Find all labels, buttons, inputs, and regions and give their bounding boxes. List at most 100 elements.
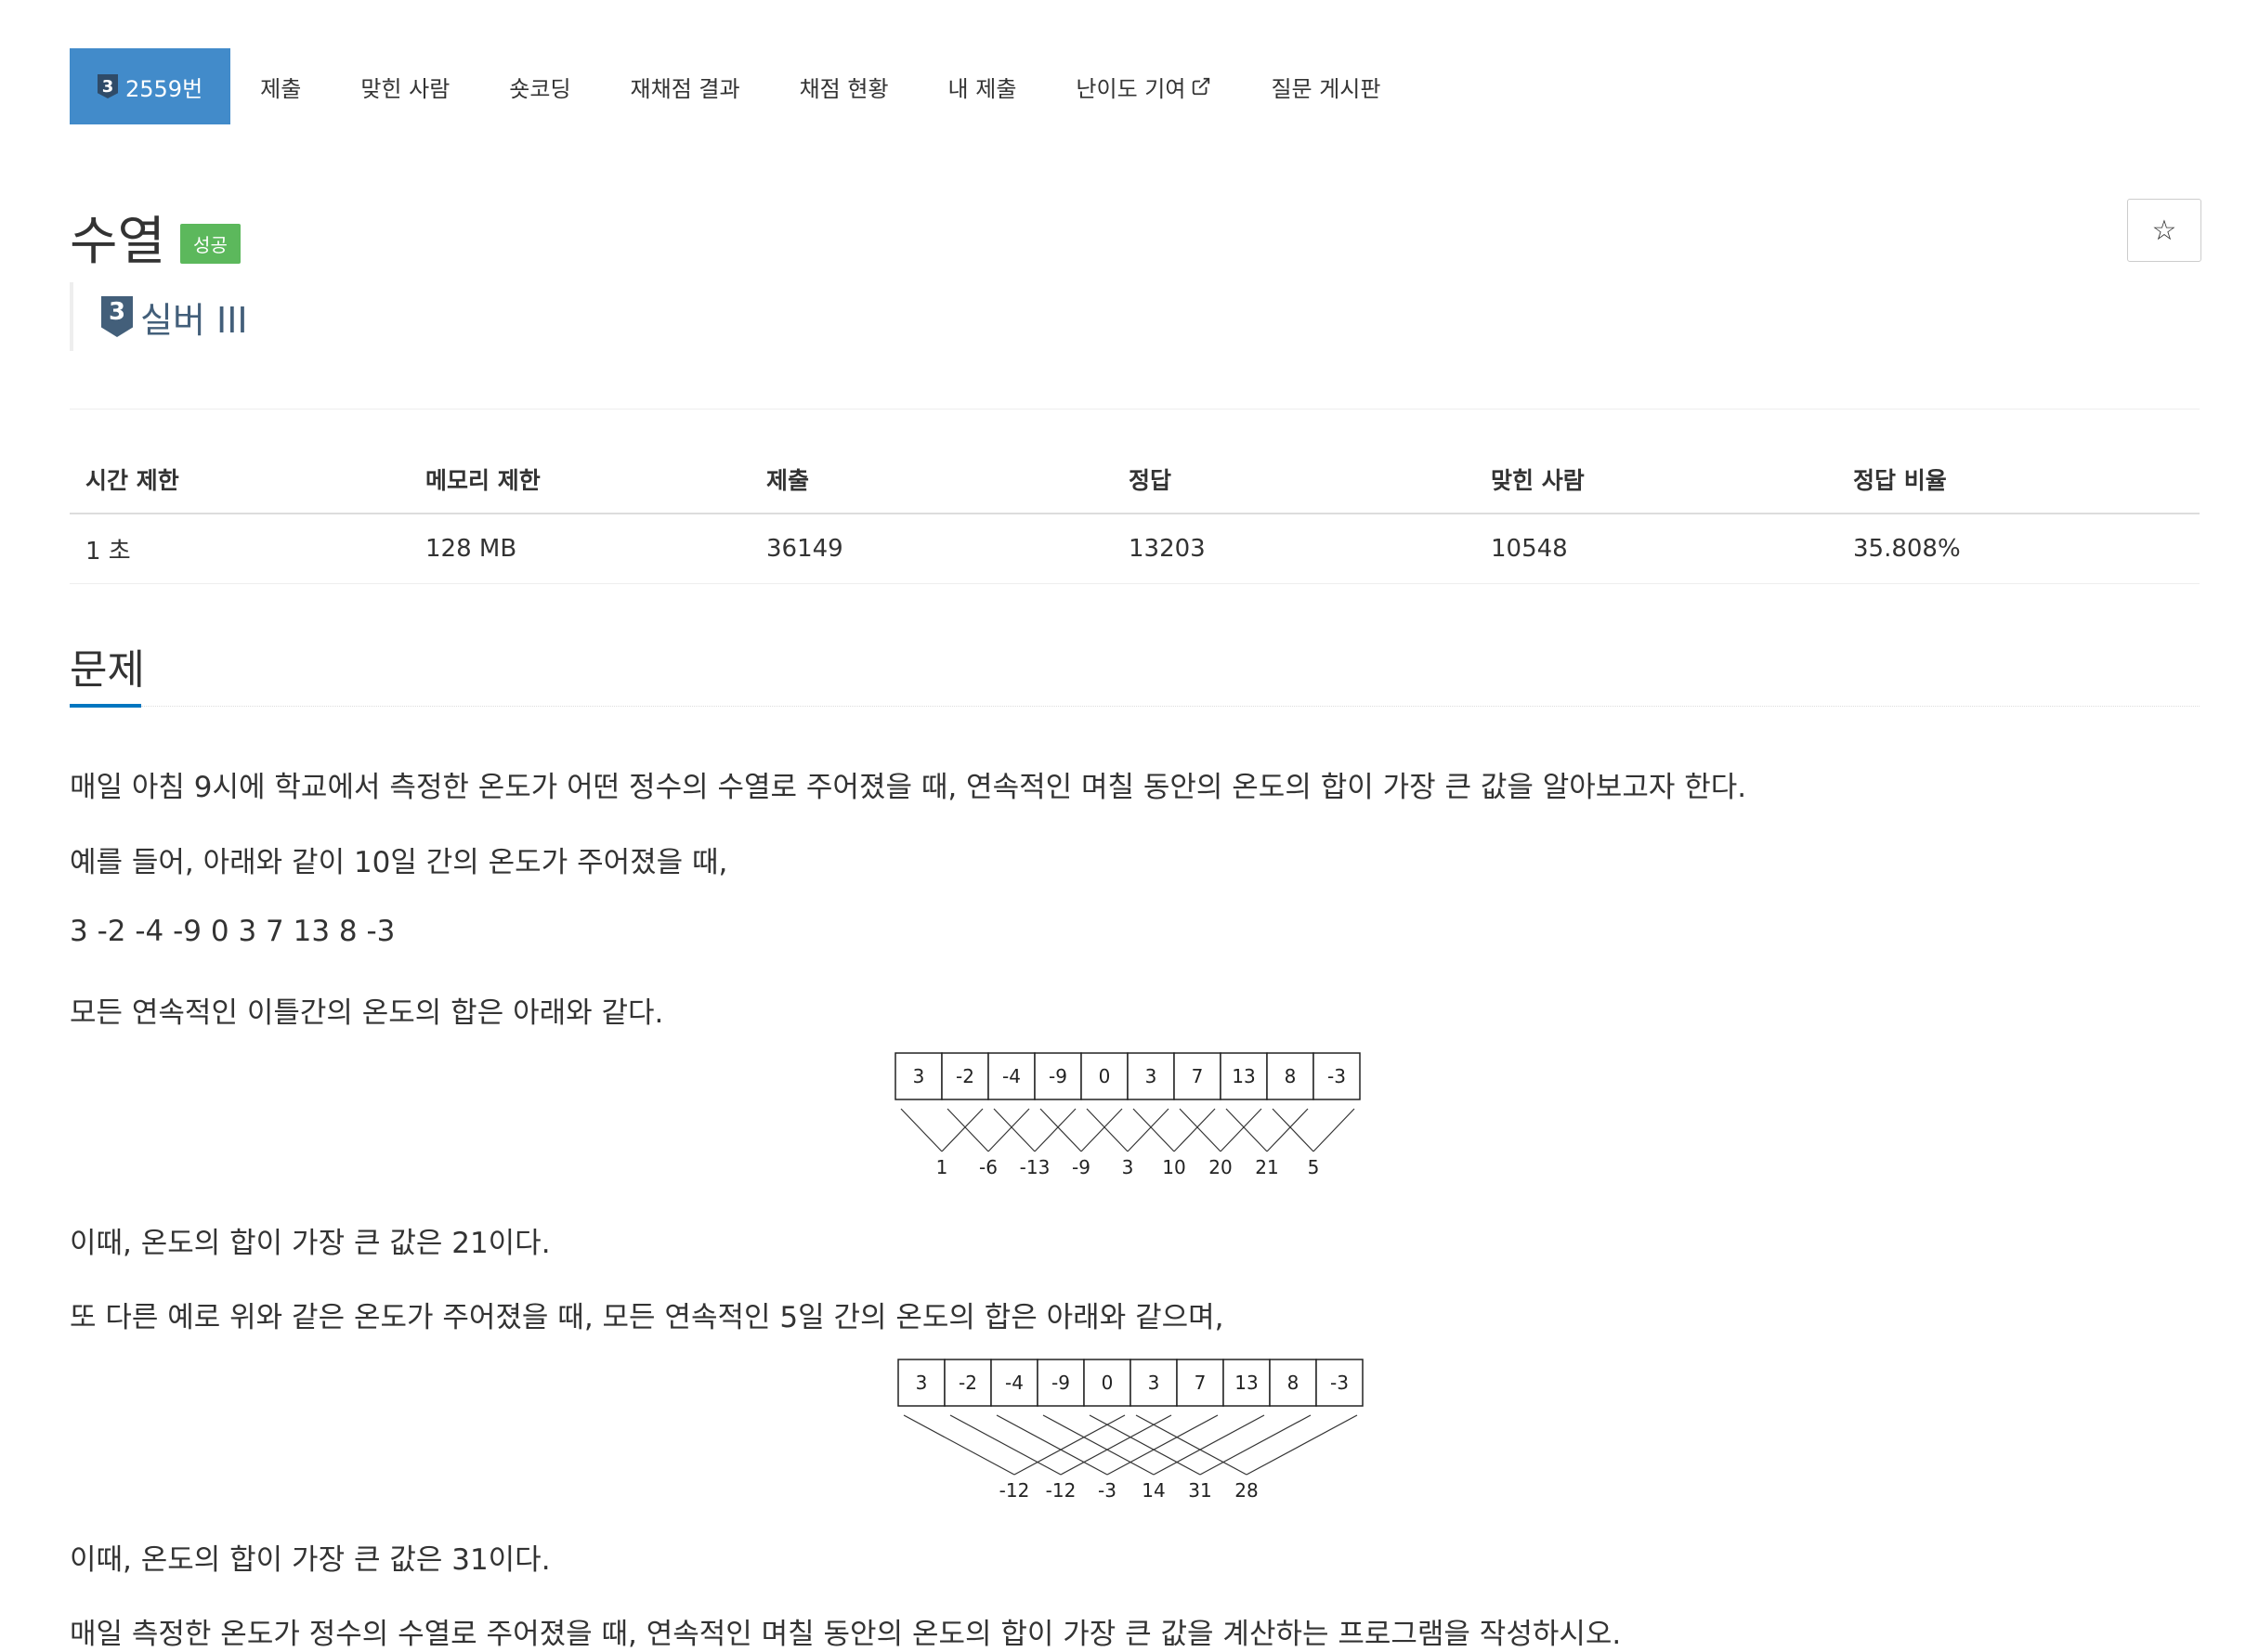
sum-connector-line xyxy=(941,1108,984,1152)
header-accept-ratio: 정답 비율 xyxy=(1853,467,1947,494)
five-day-sum-svg: 3 -2 -4 -9 0 3 7 13 8 -3 -12 -12 -3 14 31 28 xyxy=(897,1359,1364,1502)
tab-solved-users[interactable]: 맞힌 사람 xyxy=(331,48,479,124)
window-sum-label: -3 xyxy=(1098,1479,1116,1502)
star-icon: ☆ xyxy=(2151,214,2177,247)
table-header-row: 시간 제한 메모리 제한 제출 정답 맞힌 사람 정답 비율 xyxy=(70,446,2200,514)
sequence-cell-value: -2 xyxy=(956,1065,974,1087)
cell-accepted: 13203 xyxy=(1129,535,1206,563)
sequence-cell-value: 3 xyxy=(1145,1065,1157,1087)
sum-connector-line xyxy=(1225,1108,1268,1152)
sum-connector-line xyxy=(1039,1108,1082,1152)
sequence-cell-value: 3 xyxy=(1148,1372,1160,1394)
sum-connector-line xyxy=(1272,1108,1314,1152)
tab-submit[interactable]: 제출 xyxy=(230,48,331,124)
sum-connector-line xyxy=(1132,1108,1175,1152)
cell-submissions: 36149 xyxy=(766,535,843,563)
problem-header: 수열 성공 xyxy=(70,200,241,275)
problem-example-sequence: 3 -2 -4 -9 0 3 7 13 8 -3 xyxy=(70,915,396,948)
section-underline xyxy=(70,704,141,708)
sum-connector-line xyxy=(1013,1414,1126,1476)
sum-connector-line xyxy=(993,1108,1036,1152)
tier-label[interactable]: 실버 III xyxy=(140,292,248,343)
problem-paragraph-4: 이때, 온도의 합이 가장 큰 값은 21이다. xyxy=(70,1227,551,1260)
problem-paragraph-2: 예를 들어, 아래와 같이 10일 간의 온도가 주어졌을 때, xyxy=(70,846,728,879)
favorite-star-button[interactable]: ☆ xyxy=(2127,199,2201,262)
tab-problem[interactable]: 3 2559번 xyxy=(70,48,231,124)
header-accepted: 정답 xyxy=(1129,467,1172,494)
sum-connector-line xyxy=(1034,1108,1077,1152)
sum-connector-line xyxy=(900,1108,943,1152)
sum-connector-line xyxy=(903,1414,1015,1476)
tab-difficulty-label: 난이도 기여 xyxy=(1076,75,1186,102)
window-sum-label: 20 xyxy=(1208,1156,1232,1178)
tab-difficulty-contribution[interactable]: 난이도 기여 xyxy=(1046,48,1241,124)
cell-solved-users: 10548 xyxy=(1491,535,1568,563)
table-row: 1 초 128 MB 36149 13203 10548 35.808% xyxy=(70,514,2200,584)
problem-paragraph-6: 이때, 온도의 합이 가장 큰 값은 31이다. xyxy=(70,1543,551,1577)
tab-qna-board[interactable]: 질문 게시판 xyxy=(1241,48,1410,124)
sum-connector-line xyxy=(1042,1414,1155,1476)
sequence-cell-value: -9 xyxy=(1051,1372,1070,1394)
sum-connector-line xyxy=(947,1108,989,1152)
sum-connector-line xyxy=(996,1414,1108,1476)
sum-connector-line xyxy=(1080,1108,1123,1152)
five-day-sum-diagram: 3 -2 -4 -9 0 3 7 13 8 -3 -12 -12 -3 14 31 28 xyxy=(894,1358,1396,1519)
sum-connector-line xyxy=(1086,1108,1129,1152)
divider xyxy=(70,409,2200,410)
sum-connector-line xyxy=(1135,1414,1247,1476)
page-title: 수열 xyxy=(70,212,166,272)
window-sum-label: 14 xyxy=(1142,1479,1165,1502)
problem-nav: 3 2559번 제출 맞힌 사람 숏코딩 재채점 결과 채점 현황 내 제출 난… xyxy=(70,48,1410,124)
header-submissions: 제출 xyxy=(766,467,810,494)
sequence-cell-value: -4 xyxy=(1005,1372,1024,1394)
sum-connector-line xyxy=(1266,1108,1309,1152)
sequence-cell-value: 3 xyxy=(913,1065,925,1087)
section-title-problem: 문제 xyxy=(70,646,145,694)
sum-connector-line xyxy=(949,1414,1062,1476)
section-divider xyxy=(141,706,2200,707)
tab-judge-status[interactable]: 채점 현황 xyxy=(770,48,919,124)
header-memory-limit: 메모리 제한 xyxy=(425,467,541,494)
sequence-cell-value: 7 xyxy=(1192,1065,1204,1087)
external-link-icon xyxy=(1193,77,1210,96)
sum-connector-line xyxy=(1246,1414,1358,1476)
problem-tier: 3 실버 III xyxy=(70,282,248,351)
window-sum-label: -12 xyxy=(999,1479,1030,1502)
window-sum-label: 31 xyxy=(1188,1479,1211,1502)
tab-rejudge-results[interactable]: 재채점 결과 xyxy=(601,48,770,124)
window-sum-label: -13 xyxy=(1020,1156,1051,1178)
sequence-cell-value: -3 xyxy=(1330,1372,1349,1394)
sequence-cell-value: 0 xyxy=(1099,1065,1111,1087)
window-sum-label: 3 xyxy=(1122,1156,1134,1178)
tab-short-coding[interactable]: 숏코딩 xyxy=(479,48,600,124)
sum-connector-line xyxy=(1220,1108,1262,1152)
two-day-sum-svg: 3 -2 -4 -9 0 3 7 13 8 -3 1 -6 -13 -9 3 10 20 21 5 xyxy=(894,1052,1361,1178)
sum-connector-line xyxy=(1089,1414,1201,1476)
window-sum-label: -9 xyxy=(1072,1156,1090,1178)
problem-info-table: 시간 제한 메모리 제한 제출 정답 맞힌 사람 정답 비율 1 초 128 M… xyxy=(70,446,2200,584)
sum-connector-line xyxy=(987,1108,1030,1152)
sum-connector-line xyxy=(1060,1414,1172,1476)
window-sum-label: -12 xyxy=(1046,1479,1077,1502)
sum-connector-line xyxy=(1199,1414,1312,1476)
sum-connector-line xyxy=(1106,1414,1219,1476)
sequence-cell-value: 13 xyxy=(1232,1065,1255,1087)
sum-connector-line xyxy=(1127,1108,1169,1152)
sequence-cell-value: -2 xyxy=(959,1372,977,1394)
sum-connector-line xyxy=(1179,1108,1221,1152)
sequence-cell-value: -3 xyxy=(1327,1065,1346,1087)
sum-connector-line xyxy=(1312,1108,1355,1152)
sequence-cell-value: 8 xyxy=(1285,1065,1297,1087)
sequence-cell-value: 13 xyxy=(1234,1372,1258,1394)
sequence-cell-value: -9 xyxy=(1049,1065,1067,1087)
window-sum-label: 21 xyxy=(1255,1156,1278,1178)
cell-memory-limit: 128 MB xyxy=(425,535,517,563)
window-sum-label: 1 xyxy=(936,1156,948,1178)
window-sum-label: -6 xyxy=(979,1156,998,1178)
tab-my-submissions[interactable]: 내 제출 xyxy=(919,48,1047,124)
window-sum-label: 28 xyxy=(1234,1479,1258,1502)
cell-accept-ratio: 35.808% xyxy=(1853,535,1961,563)
sum-connector-line xyxy=(1153,1414,1265,1476)
silver-tier-icon: 3 xyxy=(101,296,133,337)
sum-connector-line xyxy=(1173,1108,1216,1152)
